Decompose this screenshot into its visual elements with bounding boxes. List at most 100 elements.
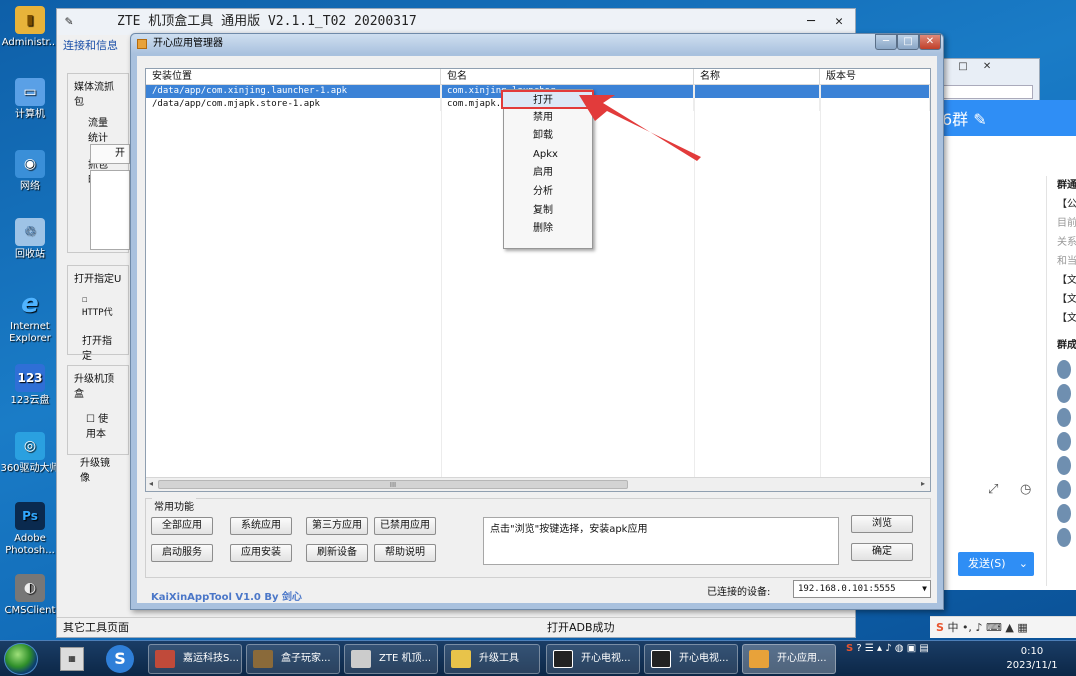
minimize-button[interactable]: ─: [875, 34, 897, 50]
desktop-icon-ie[interactable]: e Internet Explorer: [0, 290, 60, 345]
keyboard-icon[interactable]: ⌨: [986, 621, 1002, 634]
avatar[interactable]: [1057, 432, 1071, 451]
avatar[interactable]: [1057, 528, 1071, 547]
disabled-apps-button[interactable]: 已禁用应用: [374, 517, 436, 535]
cloud-drive-icon: 123: [15, 364, 45, 392]
members-title: 群成: [1057, 340, 1076, 351]
taskbar-item[interactable]: 升级工具: [444, 644, 540, 674]
tool-icon: [351, 650, 371, 668]
device-icon[interactable]: ▣: [907, 643, 916, 654]
install-hint-box[interactable]: 点击"浏览"按键选择，安装apk应用: [483, 517, 839, 565]
close-button[interactable]: ✕: [919, 34, 941, 50]
all-apps-button[interactable]: 全部应用: [151, 517, 213, 535]
scroll-left-icon[interactable]: ◂: [146, 479, 156, 490]
app-icon: [553, 650, 573, 668]
driver-master-icon: ◎: [15, 432, 45, 460]
tray-expand-icon[interactable]: ▴: [877, 643, 882, 654]
send-button[interactable]: 发送(S) ⌄: [958, 552, 1034, 576]
network-icon[interactable]: ▤: [919, 643, 928, 654]
window-buttons[interactable]: ─ □ ✕: [937, 61, 1027, 77]
app-icon: [137, 39, 147, 49]
avatar[interactable]: [1057, 384, 1071, 403]
horizontal-scrollbar[interactable]: ◂ III ▸: [146, 477, 930, 491]
help-button[interactable]: 帮助说明: [374, 544, 436, 562]
desktop-icon-network[interactable]: ◉ 网络: [0, 150, 60, 193]
desktop-icon-photoshop[interactable]: Ps Adobe Photosh...: [0, 502, 60, 557]
desktop-icon-cmsclient[interactable]: ◐ CMSClient: [0, 574, 60, 617]
help-icon[interactable]: ?: [856, 643, 861, 654]
taskbar-item[interactable]: 开心电视...: [546, 644, 640, 674]
col-version[interactable]: 版本号: [820, 69, 930, 84]
third-party-apps-button[interactable]: 第三方应用: [306, 517, 368, 535]
browse-button[interactable]: 浏览: [851, 515, 913, 533]
desktop-icon-administrator[interactable]: ▮ Administr...: [0, 6, 60, 49]
minimize-icon[interactable]: ─: [807, 9, 815, 35]
avatar[interactable]: [1057, 360, 1071, 379]
install-app-button[interactable]: 应用安装: [230, 544, 292, 562]
notice-line: 目前: [1057, 218, 1076, 229]
clock-icon[interactable]: ◷: [1020, 482, 1031, 497]
dropdown-arrow-icon: ▼: [922, 584, 927, 593]
taskbar-item[interactable]: 盒子玩家...: [246, 644, 340, 674]
menu-item-copy[interactable]: 复制: [504, 202, 592, 221]
use-local-checkbox[interactable]: ☐ 使用本: [68, 404, 128, 446]
group-upgrade: 升级机顶盒 ☐ 使用本 升级镜像: [67, 365, 129, 484]
mic-icon[interactable]: ♪: [975, 621, 982, 634]
start-service-button[interactable]: 启动服务: [151, 544, 213, 562]
avatar[interactable]: [1057, 456, 1071, 475]
menu-item-enable[interactable]: 启用: [504, 164, 592, 183]
volume-icon[interactable]: ♪: [885, 643, 891, 654]
close-icon[interactable]: ✕: [835, 9, 843, 35]
group-media-capture: 媒体流抓包 流量统计 抓包时长 开: [67, 73, 130, 253]
clock[interactable]: 0:10 2023/11/1: [1006, 645, 1058, 673]
col-install-path[interactable]: 安装位置: [146, 69, 441, 84]
col-name[interactable]: 名称: [694, 69, 820, 84]
col-package[interactable]: 包名: [441, 69, 694, 84]
folder-icon: [451, 650, 471, 668]
app-icon: [749, 650, 769, 668]
ime-mode[interactable]: 中: [947, 621, 958, 634]
desktop-icon-360[interactable]: ◎ 360驱动大师: [0, 432, 60, 475]
edit-icon[interactable]: ✎: [973, 110, 986, 129]
start-button[interactable]: [4, 643, 38, 675]
maximize-button[interactable]: □: [897, 34, 919, 50]
start-capture-button[interactable]: 开: [90, 144, 130, 164]
chat-title: 6群: [942, 110, 969, 129]
taskbar-item[interactable]: 嘉运科技S...: [148, 644, 242, 674]
scroll-right-icon[interactable]: ▸: [918, 479, 928, 490]
desktop-icon-123pan[interactable]: 123 123云盘: [0, 364, 60, 407]
desktop-icon-recycle-bin[interactable]: ♲ 回收站: [0, 218, 60, 261]
confirm-button[interactable]: 确定: [851, 543, 913, 561]
menu-item-delete[interactable]: 删除: [504, 220, 592, 239]
avatar[interactable]: [1057, 480, 1071, 499]
desktop-icon-computer[interactable]: ▭ 计算机: [0, 78, 60, 121]
chevron-down-icon[interactable]: ⌄: [1019, 552, 1028, 576]
punctuation-icon[interactable]: •,: [962, 621, 972, 634]
app-icon: [253, 650, 273, 668]
taskbar-item[interactable]: 开心电视...: [644, 644, 738, 674]
skin-icon[interactable]: ▲: [1005, 621, 1013, 634]
scroll-thumb[interactable]: III: [158, 480, 628, 489]
taskbar-item[interactable]: ZTE 机顶...: [344, 644, 438, 674]
security-icon[interactable]: ◍: [895, 643, 904, 654]
http-proxy-checkbox[interactable]: ☐ HTTP代: [68, 289, 128, 324]
sogou-logo-icon[interactable]: S: [936, 621, 944, 634]
wifi-icon[interactable]: ☰: [865, 643, 874, 654]
app-icon: [651, 650, 671, 668]
device-select[interactable]: 192.168.0.101:5555 ▼: [793, 580, 931, 598]
col-divider: [820, 85, 821, 477]
menu-item-analyze[interactable]: 分析: [504, 183, 592, 202]
grid-icon[interactable]: ▦: [1017, 621, 1027, 634]
avatar[interactable]: [1057, 504, 1071, 523]
taskbar-item-active[interactable]: 开心应用...: [742, 644, 836, 674]
refresh-devices-button[interactable]: 刷新设备: [306, 544, 368, 562]
sogou-browser-icon[interactable]: S: [106, 645, 134, 673]
sogou-ime-icon[interactable]: S: [846, 643, 853, 654]
system-apps-button[interactable]: 系统应用: [230, 517, 292, 535]
notice-line: 【文: [1057, 294, 1076, 305]
expand-icon[interactable]: ⤢: [988, 482, 998, 497]
computer-icon: ▭: [15, 78, 45, 106]
search-field[interactable]: [935, 85, 1033, 99]
calculator-icon[interactable]: ▦: [60, 647, 84, 671]
avatar[interactable]: [1057, 408, 1071, 427]
